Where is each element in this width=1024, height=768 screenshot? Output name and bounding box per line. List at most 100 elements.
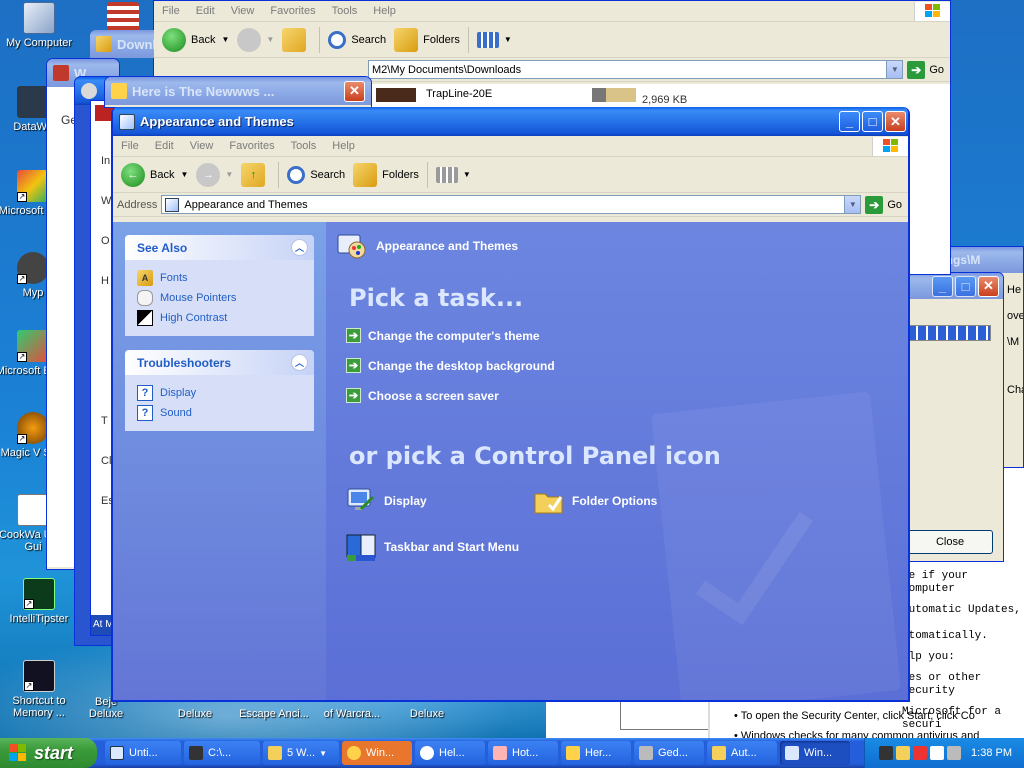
go-button[interactable]: ➔ Go	[907, 60, 944, 79]
chevron-up-icon[interactable]: ︿	[291, 239, 308, 256]
task-screen-saver[interactable]: ➔ Choose a screen saver	[346, 388, 499, 403]
forward-button[interactable]: ▼	[233, 25, 278, 55]
taskbar-button[interactable]: C:\...	[184, 741, 260, 765]
minimize-button[interactable]: _	[839, 111, 860, 132]
category-watermark	[650, 391, 902, 700]
cp-icon-taskbar-start-menu[interactable]: Taskbar and Start Menu	[345, 531, 519, 563]
chevron-up-icon[interactable]: ︿	[291, 354, 308, 371]
address-dropdown-icon[interactable]: ▼	[886, 61, 903, 78]
back-button[interactable]: ← Back ▼	[117, 160, 192, 190]
go-button[interactable]: ➔ Go	[865, 195, 902, 214]
category-title: Appearance and Themes	[376, 239, 519, 253]
taskbar-button[interactable]: Unti...	[105, 741, 181, 765]
menu-favorites[interactable]: Favorites	[262, 5, 323, 17]
keyboard-icon[interactable]	[879, 746, 894, 760]
menu-edit[interactable]: Edit	[147, 140, 182, 152]
search-button[interactable]: Search	[283, 160, 349, 190]
desktop-bottom-label[interactable]: Escape Anci...	[234, 708, 314, 720]
see-also-item-fonts[interactable]: A Fonts	[137, 268, 304, 288]
clock[interactable]: 1:38 PM	[971, 747, 1012, 759]
troubleshooter-item-display[interactable]: ? Display	[137, 383, 304, 403]
taskbar-button[interactable]: Win...	[780, 741, 850, 765]
desktop-icon-intellitipster[interactable]: ↗ IntelliTipster	[0, 578, 78, 625]
desktop-bottom-label[interactable]: of Warcra...	[314, 708, 390, 720]
news-titlebar[interactable]: Here is The Newwws ... ✕	[105, 77, 371, 105]
menu-tools[interactable]: Tools	[283, 140, 325, 152]
task-change-theme[interactable]: ➔ Change the computer's theme	[346, 328, 540, 343]
maximize-button[interactable]: □	[955, 275, 976, 297]
taskbar-button[interactable]: Hot...	[488, 741, 558, 765]
maximize-button[interactable]: □	[862, 111, 883, 132]
troubleshooters-header[interactable]: Troubleshooters ︿	[125, 350, 314, 375]
search-label: Search	[351, 33, 387, 46]
taskbar-button[interactable]: Aut...	[707, 741, 777, 765]
desktop-bottom-label[interactable]: Deluxe	[392, 708, 462, 720]
address-field[interactable]: Appearance and Themes ▼	[161, 195, 862, 214]
search-button[interactable]: Search	[324, 25, 390, 55]
downloads-titlebar[interactable]: Downl	[90, 30, 154, 58]
forward-button[interactable]: → ▼	[192, 160, 237, 190]
tray-icon[interactable]	[896, 746, 911, 760]
settings-side-line: He	[1007, 284, 1022, 296]
desktop-bottom-label[interactable]: Deluxe	[160, 708, 230, 720]
menu-file[interactable]: File	[154, 5, 188, 17]
folders-button[interactable]: Folders	[390, 25, 464, 55]
taskbar-button[interactable]: Ged...	[634, 741, 704, 765]
cp-icon-folder-options[interactable]: Folder Options	[533, 485, 657, 517]
start-button[interactable]: start	[0, 738, 97, 768]
back-arrow-icon	[162, 27, 186, 52]
troubleshooter-item-sound[interactable]: ? Sound	[137, 403, 304, 423]
security-text-line: Automatic Updates, V	[902, 604, 1021, 629]
search-label: Search	[310, 168, 346, 181]
menu-favorites[interactable]: Favorites	[221, 140, 282, 152]
tray-icon[interactable]	[930, 746, 945, 760]
menu-view[interactable]: View	[223, 5, 263, 17]
tray-icon[interactable]	[913, 746, 928, 760]
file-name[interactable]: TrapLine-20E	[426, 88, 492, 100]
close-dialog-button[interactable]: Close	[907, 530, 993, 554]
folder-up-icon: ↑	[241, 162, 266, 187]
menu-view[interactable]: View	[182, 140, 222, 152]
cp-icon-display[interactable]: Display	[345, 485, 427, 517]
desktop-icon-my-computer[interactable]: My Computer	[0, 2, 78, 49]
task-change-background[interactable]: ➔ Change the desktop background	[346, 358, 555, 373]
taskbar-button[interactable]: Hel...	[415, 741, 485, 765]
downloads-address-field[interactable]: M2\My Documents\Downloads ▼	[368, 60, 904, 79]
views-button[interactable]: ▼	[432, 160, 475, 190]
menu-help[interactable]: Help	[365, 5, 404, 17]
appearance-themes-window: Appearance and Themes _ □ ✕ File Edit Vi…	[111, 107, 910, 702]
taskbar-button[interactable]: Her...	[561, 741, 631, 765]
close-button[interactable]: ✕	[978, 275, 999, 297]
close-button[interactable]: ✕	[885, 111, 906, 132]
views-button[interactable]: ▼	[473, 25, 516, 55]
progress-titlebar[interactable]: _ □ ✕	[901, 273, 1003, 299]
control-panel-icon	[785, 746, 799, 760]
see-also-header[interactable]: See Also ︿	[125, 235, 314, 260]
settings-side-line: \M	[1007, 336, 1020, 348]
address-dropdown-icon[interactable]: ▼	[844, 196, 861, 213]
menu-file[interactable]: File	[113, 140, 147, 152]
news-close-button[interactable]: ✕	[344, 80, 365, 102]
desktop-icon-memory[interactable]: ↗ Shortcut to Memory ...	[0, 660, 78, 719]
control-panel-icon	[119, 113, 135, 130]
see-also-item-mouse-pointers[interactable]: Mouse Pointers	[137, 288, 304, 308]
menu-edit[interactable]: Edit	[188, 5, 223, 17]
minimize-button[interactable]: _	[932, 275, 953, 297]
see-also-panel: See Also ︿ A Fonts Mouse Pointers High C…	[125, 235, 314, 336]
document-icon	[566, 746, 580, 760]
volume-icon[interactable]	[947, 746, 962, 760]
back-button[interactable]: Back ▼	[158, 25, 233, 55]
see-also-item-high-contrast[interactable]: High Contrast	[137, 308, 304, 328]
up-button[interactable]	[278, 25, 315, 55]
taskbar-button[interactable]: 5 W... ▼	[263, 741, 339, 765]
display-icon	[345, 485, 377, 517]
taskbar-button[interactable]: Win...	[342, 741, 412, 765]
desktop-icon-label: IntelliTipster	[9, 613, 69, 625]
menu-tools[interactable]: Tools	[324, 5, 366, 17]
main-titlebar[interactable]: Appearance and Themes _ □ ✕	[113, 107, 908, 136]
start-label: start	[34, 742, 74, 763]
folders-button[interactable]: Folders	[349, 160, 423, 190]
up-button[interactable]: ↑	[237, 160, 274, 190]
security-text-line: ses or other security	[902, 672, 982, 697]
menu-help[interactable]: Help	[324, 140, 363, 152]
